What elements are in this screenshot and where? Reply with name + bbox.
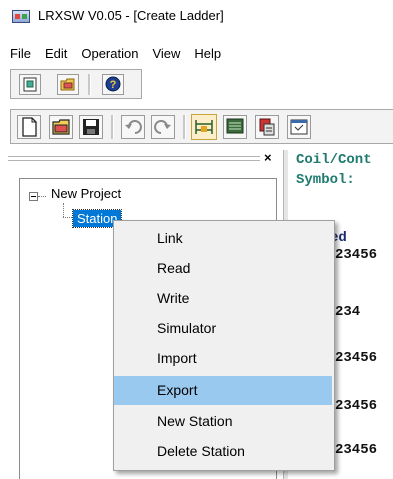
new-project-button[interactable] bbox=[19, 74, 41, 95]
help-icon: ? bbox=[105, 76, 121, 92]
context-item-new-station[interactable]: New Station bbox=[114, 407, 334, 436]
open-folder-icon bbox=[52, 119, 70, 135]
tree-connector bbox=[63, 203, 64, 217]
new-project-icon bbox=[23, 77, 37, 92]
menu-operation[interactable]: Operation bbox=[74, 44, 145, 64]
toolbar-separator bbox=[111, 115, 114, 139]
code-line: 23456 bbox=[335, 350, 378, 366]
save-icon bbox=[83, 119, 99, 135]
menu-help[interactable]: Help bbox=[187, 44, 228, 64]
compile-button[interactable] bbox=[255, 115, 279, 139]
open-project-button[interactable] bbox=[57, 74, 79, 95]
menu-view[interactable]: View bbox=[145, 44, 187, 64]
tree-connector bbox=[38, 196, 46, 197]
window-button[interactable] bbox=[287, 115, 311, 139]
context-item-read[interactable]: Read bbox=[114, 254, 334, 283]
code-line: 23456 bbox=[335, 442, 378, 458]
toolbar-separator bbox=[88, 74, 91, 95]
context-item-simulator[interactable]: Simulator bbox=[114, 314, 334, 343]
pane-close-icon[interactable]: × bbox=[264, 150, 272, 165]
app-icon bbox=[12, 10, 30, 23]
new-file-icon bbox=[22, 117, 37, 137]
toolbar-separator bbox=[183, 115, 186, 139]
code-line: 23456 bbox=[335, 247, 378, 263]
help-button[interactable]: ? bbox=[102, 74, 124, 95]
menu-edit[interactable]: Edit bbox=[38, 44, 74, 64]
toolbar-top: ? bbox=[10, 69, 142, 99]
ladder-view-icon bbox=[195, 120, 213, 134]
undo-button[interactable] bbox=[121, 115, 145, 139]
redo-icon bbox=[154, 120, 171, 134]
toolbar-main bbox=[10, 109, 393, 144]
menu-file[interactable]: File bbox=[0, 44, 38, 64]
coil-header: Coil/Cont bbox=[296, 152, 372, 168]
context-menu: Link Read Write Simulator Import Export … bbox=[113, 220, 335, 471]
undo-icon bbox=[125, 120, 142, 134]
tree-connector bbox=[63, 217, 72, 218]
window-title: LRXSW V0.05 - [Create Ladder] bbox=[38, 8, 224, 23]
monitor-button[interactable] bbox=[223, 115, 247, 139]
title-bar: LRXSW V0.05 - [Create Ladder] bbox=[0, 0, 393, 32]
tree-item-project[interactable]: New Project bbox=[51, 186, 121, 201]
new-file-button[interactable] bbox=[17, 115, 41, 139]
context-item-write[interactable]: Write bbox=[114, 284, 334, 313]
window-icon bbox=[290, 119, 308, 135]
monitor-icon bbox=[226, 118, 244, 134]
collapse-icon[interactable] bbox=[29, 192, 38, 201]
redo-button[interactable] bbox=[151, 115, 175, 139]
symbol-header: Symbol: bbox=[296, 172, 355, 188]
save-button[interactable] bbox=[79, 115, 103, 139]
open-project-icon bbox=[60, 78, 75, 91]
menu-bar: File Edit Operation View Help bbox=[0, 44, 228, 64]
code-line: 234 bbox=[335, 304, 361, 320]
svg-text:?: ? bbox=[110, 79, 117, 91]
pane-gripper[interactable] bbox=[4, 151, 282, 169]
context-item-import[interactable]: Import bbox=[114, 344, 334, 373]
ladder-view-button[interactable] bbox=[191, 114, 217, 140]
context-item-link[interactable]: Link bbox=[114, 224, 334, 253]
context-item-export[interactable]: Export bbox=[114, 376, 332, 405]
code-line: 23456 bbox=[335, 398, 378, 414]
context-item-delete-station[interactable]: Delete Station bbox=[114, 437, 334, 466]
open-folder-button[interactable] bbox=[49, 115, 73, 139]
compile-icon bbox=[259, 118, 275, 136]
